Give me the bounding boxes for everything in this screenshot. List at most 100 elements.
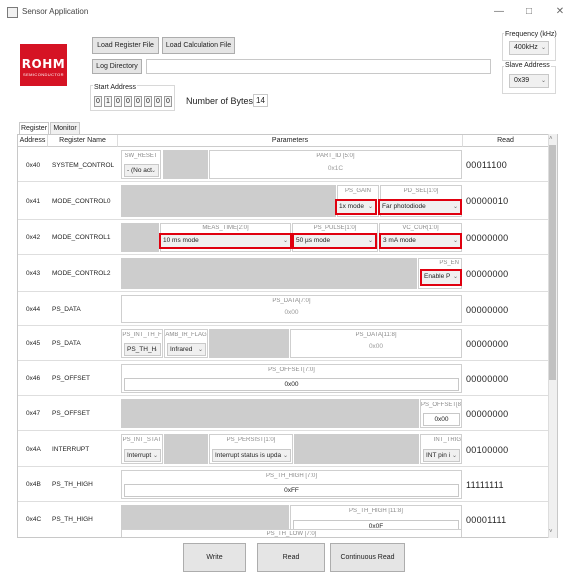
- row-address: 0x41: [26, 198, 41, 205]
- part-id-field: PART_ID [5:0] 0x1C: [209, 150, 462, 179]
- meas-time-select[interactable]: 10 ms mode ⌄: [159, 233, 292, 249]
- int-trig-field: INT_TRIG INT pin i ⌄: [420, 434, 462, 464]
- reserved-bits: [163, 150, 208, 179]
- start-address-bit[interactable]: 0: [124, 96, 132, 107]
- row-address: 0x4B: [26, 481, 41, 488]
- write-button[interactable]: Write: [183, 543, 246, 572]
- scroll-up-icon[interactable]: ˄: [549, 136, 553, 142]
- frequency-select[interactable]: 400kHz ⌄: [509, 41, 549, 55]
- ps-th-low-label: PS_TH_LOW [7:0]: [266, 531, 317, 537]
- load-register-file-button[interactable]: Load Register File: [92, 37, 159, 54]
- read-button[interactable]: Read: [257, 543, 325, 572]
- scroll-down-icon[interactable]: ˅: [549, 529, 553, 535]
- row-address: 0x46: [26, 375, 41, 382]
- row-register-name: PS_OFFSET: [52, 375, 90, 382]
- read-value: 00000000: [466, 233, 509, 243]
- reserved-bits: [121, 185, 336, 217]
- vc-cur-value: 3 mA mode: [383, 237, 416, 244]
- ps-persist-value: Interrupt status is upda: [215, 452, 282, 459]
- ps-int-stat-value: Interrupt: [127, 452, 152, 459]
- ps-data-high-value: 0x00: [368, 343, 384, 350]
- frequency-value: 400kHz: [514, 44, 538, 51]
- row-address: 0x4A: [26, 446, 41, 453]
- amb-ir-flag-select[interactable]: Infrared ⌄: [167, 343, 206, 356]
- row-register-name: PS_OFFSET: [52, 410, 90, 417]
- chevron-down-icon: ⌄: [282, 453, 288, 459]
- ps-pulse-select[interactable]: 50 µs mode ⌄: [292, 233, 377, 249]
- read-value: 00000000: [466, 374, 509, 384]
- chevron-down-icon: ⌄: [282, 238, 288, 244]
- ps-int-th-select[interactable]: PS_TH_H ⌄: [124, 343, 161, 356]
- rohm-logo: ROHM SEMICONDUCTOR: [20, 44, 67, 86]
- ps-offset-high-label: PS_OFFSET[8]: [421, 402, 461, 408]
- tab-register[interactable]: Register: [19, 122, 49, 134]
- ps-en-select[interactable]: Enable P ⌄: [420, 269, 462, 286]
- sw-reset-label: SW_RESET: [124, 153, 158, 159]
- ps-offset-high-input[interactable]: 0x00: [423, 413, 460, 426]
- close-icon[interactable]: ✕: [551, 4, 569, 20]
- read-value: 00000000: [466, 305, 509, 315]
- chevron-down-icon: ⌄: [197, 347, 203, 353]
- row-address: 0x44: [26, 306, 41, 313]
- ps-th-high-high-label: PS_TH_HIGH [11:8]: [349, 508, 403, 514]
- number-of-bytes-field[interactable]: 14: [253, 94, 268, 107]
- row-address: 0x4C: [26, 516, 42, 523]
- load-calculation-file-button[interactable]: Load Calculation File: [162, 37, 235, 54]
- start-address-bit[interactable]: 0: [144, 96, 152, 107]
- log-directory-button[interactable]: Log Directory: [92, 59, 142, 74]
- sw-reset-select[interactable]: - (No act ⌄: [124, 164, 159, 177]
- logo-sub: SEMICONDUCTOR: [23, 72, 64, 77]
- pd-sel-select[interactable]: Far photodiode ⌄: [378, 199, 462, 215]
- ps-int-stat-select[interactable]: Interrupt ⌄: [124, 449, 161, 462]
- ps-offset-low-label: PS_OFFSET[7:0]: [268, 367, 315, 373]
- ps-int-stat-label: PS_INT_STAT: [122, 437, 162, 443]
- ps-th-low-field: PS_TH_LOW [7:0]: [121, 529, 462, 537]
- chevron-down-icon: ⌄: [152, 347, 158, 353]
- log-directory-field[interactable]: [146, 59, 491, 74]
- ps-en-value: Enable P: [424, 273, 451, 280]
- start-address-bit[interactable]: 0: [114, 96, 122, 107]
- int-trig-select[interactable]: INT pin i ⌄: [423, 449, 460, 462]
- ps-persist-select[interactable]: Interrupt status is upda ⌄: [212, 449, 291, 462]
- header-read: Read: [463, 135, 549, 147]
- start-address-bit[interactable]: 1: [104, 96, 112, 107]
- start-address-bit[interactable]: 0: [164, 96, 172, 107]
- meas-time-value: 10 ms mode: [163, 237, 199, 244]
- scrollbar-thumb[interactable]: [549, 145, 556, 380]
- read-value: 00000010: [466, 196, 509, 206]
- vc-cur-select[interactable]: 3 mA mode ⌄: [379, 233, 462, 249]
- reserved-bits: [121, 399, 419, 428]
- row-address: 0x43: [26, 270, 41, 277]
- start-address-bit[interactable]: 0: [154, 96, 162, 107]
- start-address-bit[interactable]: 0: [94, 96, 102, 107]
- reserved-bits: [294, 434, 419, 464]
- start-address-bit[interactable]: 0: [134, 96, 142, 107]
- chevron-down-icon: ⌄: [367, 204, 373, 210]
- ps-data-high-field: PS_DATA[11:8] 0x00: [290, 329, 462, 358]
- ps-th-high-low-input[interactable]: 0xFF: [124, 484, 459, 497]
- ps-gain-value: 1x mode: [339, 203, 364, 210]
- table-row: 0x40 SYSTEM_CONTROL SW_RESET - (No act ⌄ …: [18, 148, 548, 182]
- amb-ir-flag-field: AMB_IR_FLAG Infrared ⌄: [164, 329, 208, 358]
- table-row: 0x41 MODE_CONTROL0 PS_GAIN 1x mode ⌄ PD_S…: [18, 183, 548, 220]
- slave-address-label: Slave Address: [504, 62, 551, 69]
- slave-address-select[interactable]: 0x39 ⌄: [509, 74, 549, 88]
- header-parameters: Parameters: [118, 135, 463, 147]
- ps-gain-select[interactable]: 1x mode ⌄: [335, 199, 377, 215]
- table-row: 0x4B PS_TH_HIGH PS_TH_HIGH [7:0] 0xFF 11…: [18, 468, 548, 502]
- header-address: Address: [18, 135, 48, 147]
- table-row: PS_TH_LOW [7:0]: [18, 527, 548, 537]
- table-row: 0x45 PS_DATA PS_INT_TH_F PS_TH_H ⌄ AMB_IR…: [18, 327, 548, 361]
- ps-offset-low-input[interactable]: 0x00: [124, 378, 459, 391]
- tab-monitor[interactable]: Monitor: [50, 122, 80, 134]
- read-value: 00000000: [466, 409, 509, 419]
- minimize-icon[interactable]: —: [490, 4, 508, 20]
- maximize-icon[interactable]: □: [520, 4, 538, 20]
- table-row: 0x46 PS_OFFSET PS_OFFSET[7:0] 0x00 00000…: [18, 362, 548, 396]
- row-address: 0x40: [26, 162, 41, 169]
- row-register-name: MODE_CONTROL0: [52, 198, 111, 205]
- continuous-read-button[interactable]: Continuous Read: [330, 543, 405, 572]
- ps-data-low-value: 0x00: [284, 309, 299, 316]
- chevron-down-icon: ⌄: [540, 78, 546, 84]
- row-address: 0x42: [26, 234, 41, 241]
